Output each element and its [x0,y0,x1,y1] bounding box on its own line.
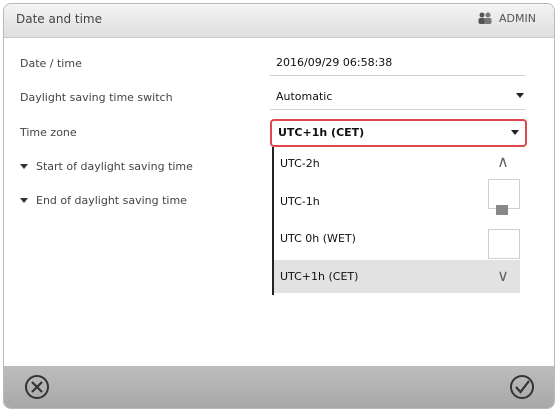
row-date-time: Date / time 2016/09/29 06:58:38 [4,52,554,77]
user-icon [478,12,492,24]
time-zone-dropdown[interactable]: UTC+1h (CET) [270,119,527,147]
chevron-down-icon [511,130,519,135]
scroll-up-icon[interactable]: ∧ [486,147,520,177]
date-time-value: 2016/09/29 06:58:38 [276,56,393,69]
dst-switch-value: Automatic [276,90,333,103]
list-scrollbar[interactable]: ∧ ∨ [486,147,520,293]
scroll-thumb[interactable] [496,205,508,215]
controller-screen: Date and time ADMIN Date / time 2016/09/… [3,3,555,409]
end-dst-label: End of daylight saving time [36,194,187,207]
end-dst-section[interactable]: End of daylight saving time [20,194,187,207]
user-indicator[interactable]: ADMIN [478,12,536,25]
expand-triangle-icon [20,198,28,203]
start-dst-section[interactable]: Start of daylight saving time [20,160,193,173]
confirm-icon[interactable] [507,372,537,402]
chevron-down-icon [516,93,524,98]
time-zone-label: Time zone [20,126,77,139]
scroll-down-icon[interactable]: ∨ [486,261,520,291]
cancel-icon[interactable] [22,372,52,402]
dst-switch-dropdown[interactable]: Automatic [270,86,530,108]
list-item[interactable]: UTC-1h [274,185,484,218]
start-dst-label: Start of daylight saving time [36,160,193,173]
divider [270,109,525,110]
footer-bar [4,366,554,408]
scroll-track[interactable] [488,229,520,259]
list-item-selected[interactable]: UTC+1h (CET) [274,260,520,293]
date-time-label: Date / time [20,57,82,70]
divider [270,75,525,76]
time-zone-value: UTC+1h (CET) [278,126,365,139]
header-bar: Date and time ADMIN [4,4,554,38]
user-name: ADMIN [499,12,536,25]
date-time-field[interactable]: 2016/09/29 06:58:38 [270,52,530,74]
list-item[interactable]: UTC-2h [274,147,484,180]
page-title: Date and time [16,12,102,26]
list-item[interactable]: UTC 0h (WET) [274,222,484,255]
expand-triangle-icon [20,164,28,169]
row-dst-switch: Daylight saving time switch Automatic [4,86,554,111]
dst-switch-label: Daylight saving time switch [20,91,173,104]
time-zone-list: UTC-2h UTC-1h UTC 0h (WET) UTC+1h (CET) [272,147,522,295]
